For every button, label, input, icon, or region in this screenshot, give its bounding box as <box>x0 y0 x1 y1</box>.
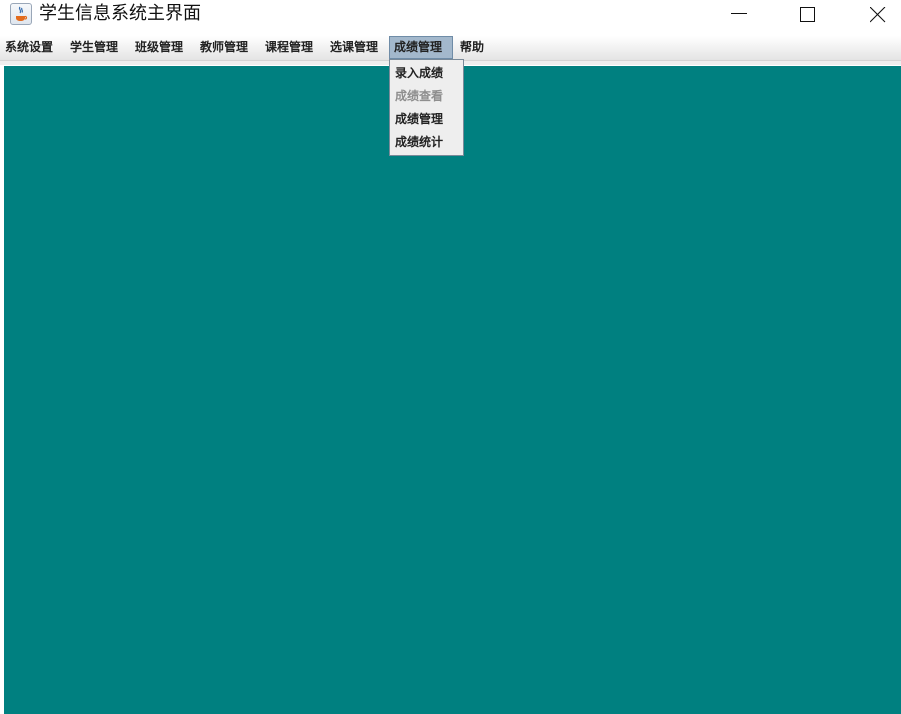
window-title: 学生信息系统主界面 <box>39 3 201 24</box>
close-icon <box>870 7 886 23</box>
menu-course-selection-management[interactable]: 选课管理 <box>326 36 382 59</box>
title-bar[interactable]: 学生信息系统主界面 <box>0 0 901 30</box>
popup-item-view-grades: 成绩查看 <box>395 89 444 103</box>
popup-item-enter-grades[interactable]: 录入成绩 <box>390 62 463 85</box>
popup-item-manage-grades[interactable]: 成绩管理 <box>390 108 463 131</box>
menu-bar: 系统设置 学生管理 班级管理 教师管理 课程管理 选课管理 成绩管理 帮助 <box>0 36 901 61</box>
menu-course-management[interactable]: 课程管理 <box>261 36 317 59</box>
main-window: 学生信息系统主界面 系统设置 学生管理 班级管理 教师管理 课程管理 选课管理 … <box>0 0 901 714</box>
maximize-icon <box>800 7 815 22</box>
maximize-button[interactable] <box>785 0 831 30</box>
menu-grade-management[interactable]: 成绩管理 <box>389 36 453 59</box>
minimize-icon <box>731 13 747 14</box>
grade-management-popup-menu: 录入成绩 成绩查看 成绩管理 成绩统计 <box>389 59 464 156</box>
desktop-pane[interactable] <box>4 66 901 714</box>
menu-help[interactable]: 帮助 <box>456 36 488 59</box>
menu-class-management[interactable]: 班级管理 <box>131 36 187 59</box>
close-button[interactable] <box>855 0 901 30</box>
minimize-button[interactable] <box>716 0 762 30</box>
menu-student-management[interactable]: 学生管理 <box>66 36 122 59</box>
java-icon[interactable] <box>10 3 32 25</box>
menu-teacher-management[interactable]: 教师管理 <box>196 36 252 59</box>
popup-item-grade-statistics[interactable]: 成绩统计 <box>390 131 463 154</box>
menu-system-settings[interactable]: 系统设置 <box>1 36 57 59</box>
